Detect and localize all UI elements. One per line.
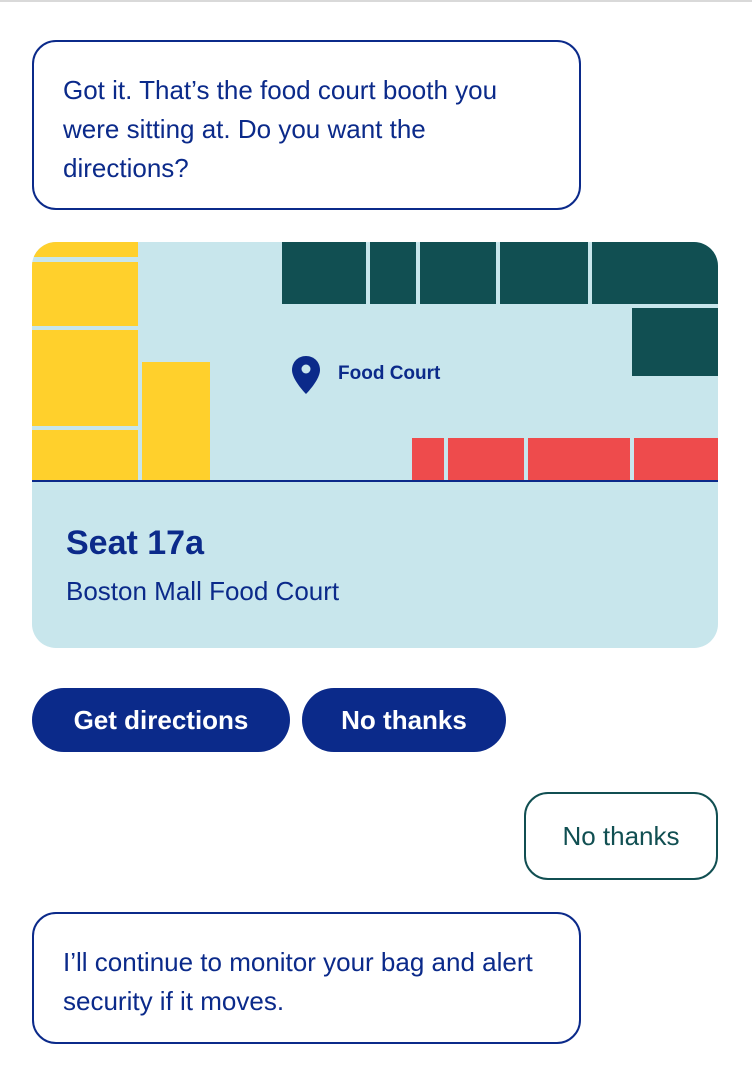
- card-divider: [32, 480, 718, 482]
- seat-title: Seat 17a: [66, 524, 204, 562]
- map-store-green: [420, 242, 496, 304]
- map-store-yellow: [142, 362, 210, 480]
- no-thanks-button[interactable]: No thanks: [302, 688, 506, 752]
- floor-map: Food Court: [32, 242, 718, 480]
- get-directions-button[interactable]: Get directions: [32, 688, 290, 752]
- user-message-text: No thanks: [562, 820, 680, 851]
- map-store-green: [282, 242, 366, 304]
- map-pin-label: Food Court: [338, 363, 441, 384]
- location-card[interactable]: Food Court Seat 17a Boston Mall Food Cou…: [32, 242, 718, 648]
- map-store-green: [632, 308, 718, 376]
- map-pin-icon: [292, 356, 320, 394]
- map-store-yellow: [32, 262, 138, 326]
- seat-location: Boston Mall Food Court: [66, 576, 340, 606]
- map-store-yellow: [32, 430, 138, 480]
- map-store-red: [528, 438, 630, 480]
- map-store-red: [448, 438, 524, 480]
- map-store-yellow: [32, 330, 138, 426]
- map-store-green: [500, 242, 588, 304]
- map-store-red: [412, 438, 444, 480]
- map-store-yellow: [32, 242, 138, 257]
- assistant-message-text: I’ll continue to monitor your bag and al…: [63, 947, 533, 1016]
- map-store-green: [370, 242, 416, 304]
- assistant-message: Got it. That’s the food court booth you …: [32, 40, 581, 210]
- user-message: No thanks: [524, 792, 718, 880]
- top-divider: [0, 0, 752, 2]
- map-store-green: [592, 242, 718, 304]
- assistant-message: I’ll continue to monitor your bag and al…: [32, 912, 581, 1044]
- map-store-red: [634, 438, 718, 480]
- assistant-message-text: Got it. That’s the food court booth you …: [63, 75, 498, 183]
